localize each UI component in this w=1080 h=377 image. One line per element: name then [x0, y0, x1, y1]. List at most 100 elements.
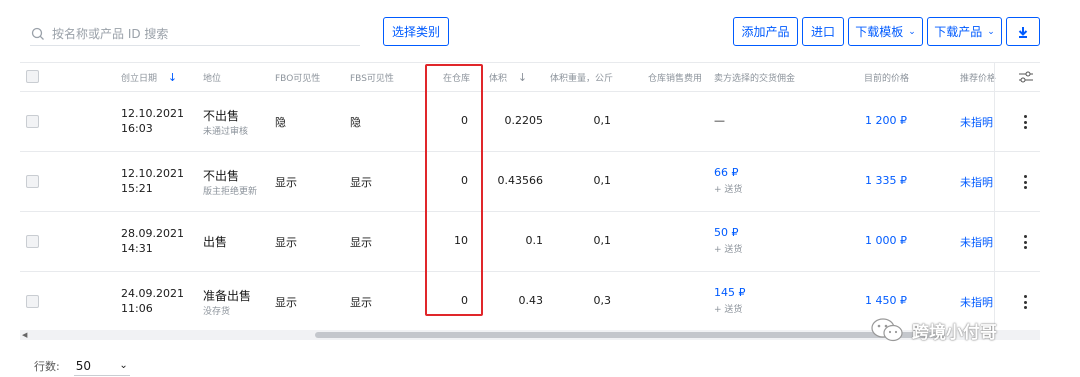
status-text: 准备出售	[203, 289, 252, 303]
price-link[interactable]: 1 000 ₽	[865, 234, 907, 247]
download-icon	[1018, 26, 1028, 38]
header-weight: 体积重量，公斤	[550, 74, 614, 84]
commission-link[interactable]: 50 ₽	[714, 226, 739, 239]
created-time: 16:03	[121, 122, 153, 135]
volume-value: 0.43566	[497, 174, 544, 187]
price-link[interactable]: 1 450 ₽	[865, 294, 907, 307]
recommended-price-link[interactable]: 未指明	[960, 294, 996, 310]
volume-value: 0.1	[525, 234, 544, 247]
sort-down-icon[interactable]: ↓	[518, 71, 527, 84]
more-menu-icon[interactable]	[1024, 115, 1028, 129]
weight-value: 0,3	[593, 294, 612, 307]
weight-value: 0,1	[593, 174, 612, 187]
commission-subtext: + 送货	[714, 185, 743, 195]
add-product-label: 添加产品	[741, 25, 790, 39]
sort-down-icon[interactable]: ↓	[168, 71, 177, 84]
status-subtext: 未通过审核	[203, 127, 249, 137]
fbo-visibility: 显示	[275, 176, 297, 189]
more-menu-icon[interactable]	[1024, 235, 1028, 249]
commission-link[interactable]: 145 ₽	[714, 286, 746, 299]
created-date: 28.09.2021	[121, 227, 184, 240]
status-text: 出售	[203, 235, 228, 249]
header-price: 目前的价格	[864, 74, 910, 84]
watermark-text: 跨境小付哥	[912, 322, 997, 343]
volume-value: 0.43	[518, 294, 544, 307]
status-subtext: 没存货	[203, 307, 231, 317]
select-category-button[interactable]: 选择类别	[383, 17, 449, 46]
search-box[interactable]	[30, 22, 360, 46]
rows-per-page-label: 行数:	[34, 360, 60, 373]
header-created-label: 创立日期	[121, 74, 158, 84]
header-status: 地位	[203, 74, 222, 84]
search-icon	[31, 27, 44, 40]
wechat-logo-icon	[871, 318, 903, 342]
add-product-button[interactable]: 添加产品	[733, 17, 798, 46]
commission-subtext: + 送货	[714, 245, 743, 255]
toolbar: 选择类别 添加产品 进口 下载模板 ⌄ 下载产品 ⌄	[0, 0, 1080, 62]
header-fbo: FBO可见性	[275, 74, 321, 84]
price-link[interactable]: 1 335 ₽	[865, 174, 907, 187]
more-menu-icon[interactable]	[1024, 295, 1028, 309]
chevron-down-icon: ⌄	[987, 26, 995, 37]
fbs-visibility: 显示	[350, 176, 372, 189]
sticky-column-divider	[994, 62, 995, 330]
header-volume[interactable]: 体积 ↓	[489, 71, 527, 84]
created-time: 11:06	[121, 302, 153, 315]
fbo-visibility: 隐	[275, 116, 286, 129]
created-time: 14:31	[121, 242, 153, 255]
commission-subtext: + 送货	[714, 305, 743, 315]
fbs-visibility: 隐	[350, 116, 361, 129]
header-created[interactable]: 创立日期 ↓	[121, 71, 177, 84]
status-text: 不出售	[203, 169, 240, 183]
download-products-button[interactable]: 下载产品 ⌄	[927, 17, 1002, 46]
header-recommended: 推荐价格	[960, 74, 996, 84]
scroll-left-icon[interactable]: ◀	[22, 331, 27, 339]
pagination-footer: 行数: 50 ⌄	[34, 356, 130, 376]
row-checkbox[interactable]	[26, 235, 39, 248]
download-button[interactable]	[1006, 17, 1040, 46]
recommended-price-link[interactable]: 未指明	[960, 174, 996, 190]
volume-value: 0.2205	[504, 114, 544, 127]
import-button[interactable]: 进口	[802, 17, 844, 46]
download-template-label: 下载模板	[855, 25, 904, 39]
more-menu-icon[interactable]	[1024, 175, 1028, 189]
table-row[interactable]: 12.10.2021 16:03 不出售 未通过审核 隐 隐 0 0.2205 …	[20, 92, 1040, 152]
created-date: 24.09.2021	[121, 287, 184, 300]
chevron-down-icon: ⌄	[119, 360, 128, 371]
download-products-label: 下载产品	[934, 25, 983, 39]
table-row[interactable]: 12.10.2021 15:21 不出售 版主拒绝更新 显示 显示 0 0.43…	[20, 152, 1040, 212]
column-settings-icon[interactable]	[1018, 70, 1034, 84]
status-subtext: 版主拒绝更新	[203, 187, 258, 197]
fbs-visibility: 显示	[350, 236, 372, 249]
recommended-price-link[interactable]: 未指明	[960, 234, 996, 250]
stock-column-highlight	[425, 64, 483, 316]
weight-value: 0,1	[593, 114, 612, 127]
table-header: 创立日期 ↓ 地位 FBO可见性 FBS可见性 在仓库 体积 ↓ 体积重量，公斤…	[20, 62, 1040, 92]
import-label: 进口	[810, 25, 835, 39]
header-volume-label: 体积	[489, 74, 508, 84]
fbs-visibility: 显示	[350, 296, 372, 309]
header-storage-fee: 仓库销售费用	[648, 74, 703, 84]
download-template-button[interactable]: 下载模板 ⌄	[848, 17, 923, 46]
row-checkbox[interactable]	[26, 175, 39, 188]
price-link[interactable]: 1 200 ₽	[865, 114, 907, 127]
recommended-price-link[interactable]: 未指明	[960, 114, 996, 130]
select-category-label: 选择类别	[391, 25, 440, 39]
fbo-visibility: 显示	[275, 296, 297, 309]
created-time: 15:21	[121, 182, 153, 195]
search-input[interactable]	[52, 26, 352, 41]
commission-value: —	[714, 114, 725, 127]
commission-link[interactable]: 66 ₽	[714, 166, 739, 179]
status-text: 不出售	[203, 109, 240, 123]
fbo-visibility: 显示	[275, 236, 297, 249]
table-row[interactable]: 28.09.2021 14:31 出售 显示 显示 10 0.1 0,1 50 …	[20, 212, 1040, 272]
rows-per-page-select[interactable]: 50 ⌄	[73, 356, 130, 376]
weight-value: 0,1	[593, 234, 612, 247]
select-all-checkbox[interactable]	[26, 70, 39, 83]
created-date: 12.10.2021	[121, 167, 184, 180]
rows-per-page-value: 50	[75, 358, 91, 373]
row-checkbox[interactable]	[26, 295, 39, 308]
row-checkbox[interactable]	[26, 115, 39, 128]
scrollbar-thumb[interactable]	[315, 332, 945, 338]
created-date: 12.10.2021	[121, 107, 184, 120]
